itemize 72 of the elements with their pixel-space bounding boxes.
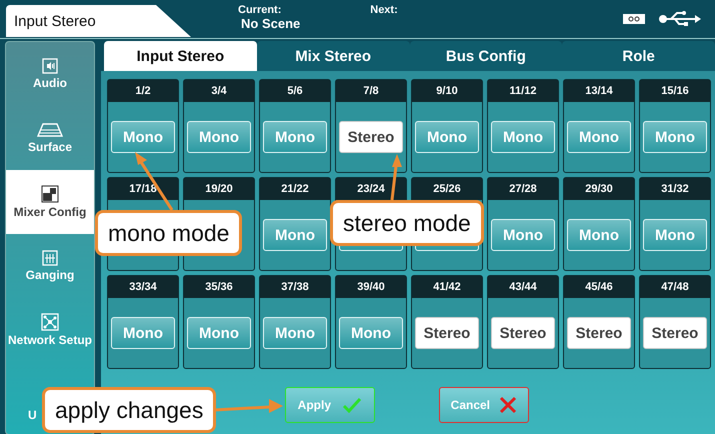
stereo-button[interactable]: Stereo	[491, 317, 555, 349]
channel-label: 5/6	[260, 80, 330, 102]
channel-label: 1/2	[108, 80, 178, 102]
channel-label: 47/48	[640, 276, 710, 298]
channel-label: 35/36	[184, 276, 254, 298]
mono-button[interactable]: Mono	[491, 121, 555, 153]
mono-button[interactable]: Mono	[339, 317, 403, 349]
current-scene: No Scene	[241, 16, 300, 31]
channel-label: 7/8	[336, 80, 406, 102]
speaker-icon	[42, 58, 58, 74]
mixer-icon	[41, 185, 59, 203]
channel-label: 11/12	[488, 80, 558, 102]
channel-label: 17/18	[108, 178, 178, 200]
close-icon	[499, 396, 518, 414]
network-icon	[41, 313, 59, 331]
surface-icon	[36, 122, 64, 138]
channel-label: 13/14	[564, 80, 634, 102]
channel-label: 3/4	[184, 80, 254, 102]
grid-icon	[42, 250, 58, 266]
mono-button[interactable]: Mono	[111, 121, 175, 153]
sidebar-item[interactable]: Ganging	[6, 234, 94, 298]
channel-label: 15/16	[640, 80, 710, 102]
channel-label: 37/38	[260, 276, 330, 298]
channel-label: 23/24	[336, 178, 406, 200]
apply-button[interactable]: Apply	[285, 387, 375, 423]
channel-label: 25/26	[412, 178, 482, 200]
channel-label: 41/42	[412, 276, 482, 298]
mono-button[interactable]: Mono	[263, 121, 327, 153]
channel-label: 33/34	[108, 276, 178, 298]
sidebar-item[interactable]: Surface	[6, 106, 94, 170]
channel-label: 27/28	[488, 178, 558, 200]
stereo-button[interactable]: Stereo	[339, 121, 403, 153]
tab[interactable]: Mix Stereo	[256, 41, 410, 71]
mono-button[interactable]: Mono	[187, 317, 251, 349]
mono-button[interactable]: Mono	[643, 219, 707, 251]
channel-label: 21/22	[260, 178, 330, 200]
tab[interactable]: Input Stereo	[104, 41, 257, 71]
mono-button[interactable]: Mono	[263, 317, 327, 349]
mono-button[interactable]: Mono	[187, 121, 251, 153]
channel-label: 9/10	[412, 80, 482, 102]
mono-button[interactable]: Mono	[415, 121, 479, 153]
tab[interactable]: Role	[562, 41, 715, 71]
cancel-button[interactable]: Cancel	[439, 387, 529, 423]
stereo-button[interactable]: Stereo	[643, 317, 707, 349]
sidebar-item[interactable]: Audio	[6, 42, 94, 106]
check-icon	[342, 397, 362, 413]
mono-button[interactable]: Mono	[491, 219, 555, 251]
usb-icon	[659, 10, 701, 28]
stereo-button[interactable]: Stereo	[415, 317, 479, 349]
channel-label: 39/40	[336, 276, 406, 298]
mono-button[interactable]: Mono	[643, 121, 707, 153]
channel-label: 31/32	[640, 178, 710, 200]
annotation-tooltip: mono mode	[95, 210, 242, 256]
sidebar-item[interactable]: Mixer Config	[6, 170, 94, 234]
next-label: Next:	[370, 4, 398, 16]
tab[interactable]: Bus Config	[410, 41, 562, 71]
mono-button[interactable]: Mono	[567, 219, 631, 251]
annotation-tooltip: stereo mode	[330, 200, 484, 246]
channel-label: 29/30	[564, 178, 634, 200]
channel-label: 43/44	[488, 276, 558, 298]
channel-label: 45/46	[564, 276, 634, 298]
leader-arrow	[390, 154, 402, 200]
annotation-tooltip: apply changes	[42, 387, 216, 433]
mono-button[interactable]: Mono	[567, 121, 631, 153]
current-label: Current:	[238, 4, 282, 16]
mono-button[interactable]: Mono	[263, 219, 327, 251]
sidebar-item[interactable]: Network Setup	[6, 298, 94, 362]
leader-arrow	[214, 399, 283, 413]
channel-label: 19/20	[184, 178, 254, 200]
tape-icon	[623, 14, 645, 24]
mono-button[interactable]: Mono	[111, 317, 175, 349]
stereo-button[interactable]: Stereo	[567, 317, 631, 349]
